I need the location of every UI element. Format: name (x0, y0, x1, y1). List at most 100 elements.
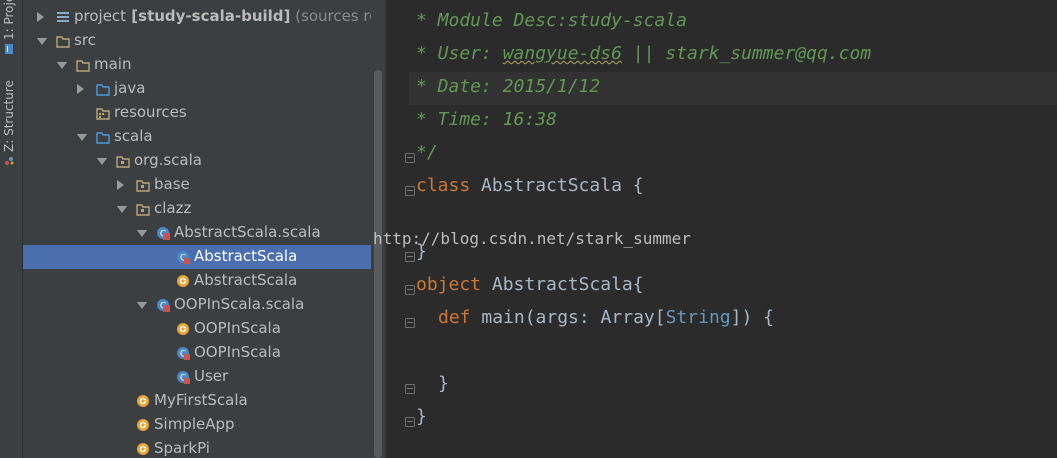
comment-module: * Module Desc:study-scala (416, 10, 687, 31)
tree-node[interactable]: SimpleApp (23, 413, 371, 437)
chevron-down-icon[interactable] (117, 206, 127, 213)
scala-object-icon (176, 274, 190, 288)
chevron-right-icon[interactable] (77, 84, 84, 94)
tree-node-label: OOPInScala (194, 343, 281, 361)
code-line-comment-end[interactable]: */ (416, 142, 438, 163)
scala-class-icon: C (176, 370, 190, 384)
structure-tool-tab[interactable]: Z: Structure (0, 68, 22, 168)
tree-node-label: AbstractScala (194, 247, 298, 265)
tree-node-label: clazz (154, 199, 192, 217)
tree-node[interactable]: java (23, 77, 371, 101)
structure-tool-tab-label: Z: Structure (2, 80, 16, 152)
code-line-time[interactable]: * Time: 16:38 (416, 109, 557, 130)
watermark-text: http://blog.csdn.net/stark_summer (373, 229, 691, 248)
tree-node[interactable]: MyFirstScala (23, 389, 371, 413)
chevron-down-icon[interactable] (57, 62, 67, 69)
code-line-object[interactable]: object AbstractScala{ (416, 274, 644, 295)
tree-node[interactable]: resources (23, 101, 371, 125)
type-string: String (665, 307, 731, 328)
scala-object-icon (176, 322, 190, 336)
chevron-right-icon[interactable] (117, 180, 124, 190)
object-declaration: AbstractScala{ (481, 274, 644, 295)
code-line-module[interactable]: * Module Desc:study-scala (416, 10, 687, 31)
tree-scrollbar-thumb[interactable] (374, 70, 382, 458)
tree-node[interactable]: C AbstractScala.scala (23, 221, 371, 245)
tree-node-label: AbstractScala (194, 271, 298, 289)
code-line-close-2[interactable]: } (438, 373, 449, 394)
code-line-class[interactable]: class AbstractScala { (416, 175, 644, 196)
tree-node[interactable]: clazz (23, 197, 371, 221)
comment-user-email: || stark_summer@qq.com (621, 43, 872, 64)
tree-node[interactable]: scala (23, 125, 371, 149)
tree-node-label: OOPInScala.scala (174, 295, 305, 313)
scala-file-icon: C (156, 226, 170, 240)
chevron-down-icon[interactable] (137, 302, 147, 309)
project-tree[interactable]: project [study-scala-build] (sources roo… (23, 0, 371, 458)
tree-node-label: AbstractScala.scala (174, 223, 321, 241)
package-icon (116, 154, 130, 168)
keyword-object: object (416, 274, 482, 295)
code-line-date[interactable]: * Date: 2015/1/12 (416, 76, 600, 97)
tree-node[interactable]: base (23, 173, 371, 197)
folder-icon (56, 34, 70, 48)
structure-icon (3, 156, 14, 166)
code-line-close-3[interactable]: } (416, 406, 427, 427)
fold-marker-icon[interactable] (405, 252, 415, 262)
comment-end: */ (416, 142, 438, 163)
fold-marker-icon[interactable] (405, 417, 415, 427)
scala-file-icon: C (156, 298, 170, 312)
class-declaration: AbstractScala { (470, 175, 644, 196)
tree-node[interactable]: OOPInScala (23, 317, 371, 341)
folder-icon (76, 58, 90, 72)
tree-node-label: base (154, 175, 190, 193)
tree-node-label: OOPInScala (194, 319, 281, 337)
tree-node[interactable]: AbstractScala (23, 269, 371, 293)
tree-node[interactable]: C OOPInScala (23, 341, 371, 365)
tree-node[interactable]: SparkPi (23, 437, 371, 458)
module-icon (56, 10, 70, 24)
comment-time: * Time: 16:38 (416, 109, 557, 130)
project-tool-tab[interactable]: 1: Project (0, 0, 22, 60)
source-folder-icon (96, 130, 110, 144)
closing-brace: } (438, 373, 449, 394)
chevron-down-icon[interactable] (77, 134, 87, 141)
package-icon (136, 178, 150, 192)
chevron-down-icon[interactable] (137, 230, 147, 237)
fold-marker-icon[interactable] (405, 318, 415, 328)
tree-node-label: User (194, 367, 229, 385)
keyword-class: class (416, 175, 471, 196)
code-line-def[interactable]: def main(args: Array[String]) { (438, 307, 774, 328)
scala-class-icon: C (176, 346, 190, 360)
tree-node[interactable]: src (23, 29, 371, 53)
fold-marker-icon[interactable] (405, 285, 415, 295)
tree-node-label: org.scala (134, 151, 202, 169)
method-signature-end: ]) { (730, 307, 774, 328)
tree-node-label: MyFirstScala (154, 391, 248, 409)
tree-node[interactable]: C User (23, 365, 371, 389)
tree-node[interactable]: C AbstractScala (23, 245, 371, 269)
project-icon (3, 44, 13, 54)
tree-node-label: project [study-scala-build] (sources roo… (74, 7, 371, 25)
scala-object-icon (136, 418, 150, 432)
chevron-right-icon[interactable] (37, 12, 44, 22)
code-line-user[interactable]: * User: wangyue-ds6 || stark_summer@qq.c… (416, 43, 871, 64)
chevron-down-icon[interactable] (97, 158, 107, 165)
tool-window-strip: 1: Project Z: Structure (0, 0, 23, 458)
tree-node[interactable]: C OOPInScala.scala (23, 293, 371, 317)
tree-node[interactable]: main (23, 53, 371, 77)
tree-node-label: java (114, 79, 146, 97)
tree-node[interactable]: project [study-scala-build] (sources roo… (23, 5, 371, 29)
source-folder-icon (96, 82, 110, 96)
fold-marker-icon[interactable] (405, 186, 415, 196)
fold-marker-icon[interactable] (405, 384, 415, 394)
resources-folder-icon (96, 106, 110, 120)
method-signature: main(args: Array[ (470, 307, 666, 328)
keyword-def: def (438, 307, 471, 328)
tree-node[interactable]: org.scala (23, 149, 371, 173)
package-icon (136, 202, 150, 216)
comment-date: * Date: 2015/1/12 (416, 76, 601, 97)
fold-marker-icon[interactable] (405, 153, 415, 163)
comment-user-name: wangyue-ds6 (502, 43, 622, 64)
chevron-down-icon[interactable] (37, 38, 47, 45)
tree-node-label: resources (114, 103, 187, 121)
